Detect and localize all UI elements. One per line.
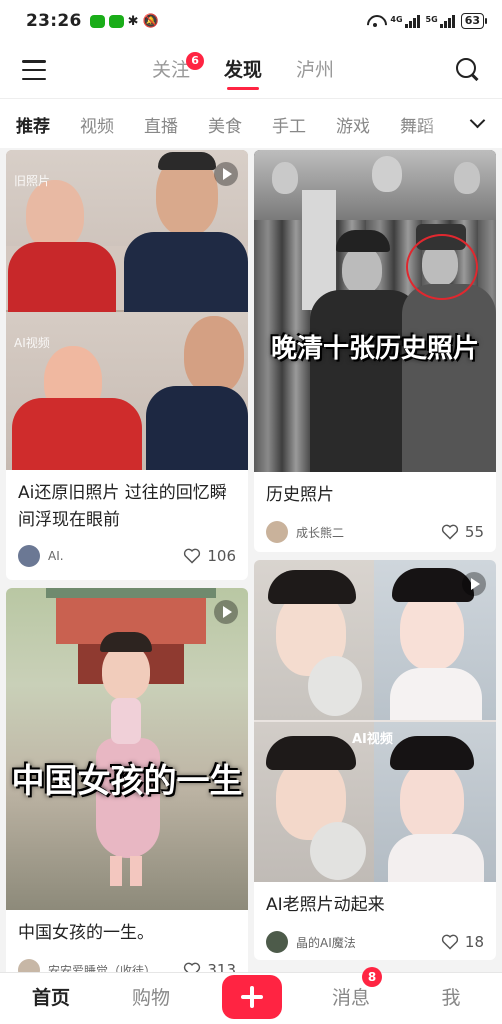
card-tag-old-photo: 旧照片 [14,174,51,188]
like-count: 55 [464,523,484,541]
following-badge: 6 [186,52,205,70]
tab-following[interactable]: 关注 6 [152,42,205,98]
bottom-tab-bar: 首页 购物 消息 8 我 [0,967,502,1024]
category-live[interactable]: 直播 [144,112,178,137]
wifi-icon [366,14,384,28]
cover-overlay-title: 中国女孩的一生 [11,761,243,800]
tab-following-label: 关注 [152,59,191,81]
bluetooth-icon: ✱ [127,13,139,29]
battery-icon: 63 [460,13,488,29]
messages-badge: 8 [362,967,382,987]
feed: 旧照片 AI视频 Ai还原旧照片 过往的回忆瞬间浮现在眼前 AI. 106 中国… [0,148,502,972]
heart-icon[interactable] [183,962,201,972]
tab-shop[interactable]: 购物 [120,973,182,1024]
heart-icon[interactable] [441,524,459,540]
feed-card[interactable]: 中国女孩的一生 中国女孩的一生。 安安爱睡觉（收徒） 313 [6,588,248,972]
red-circle-highlight [406,234,478,300]
author-name[interactable]: 晶的AI魔法 [296,934,441,951]
play-icon [462,572,486,596]
network-label-1: 4G [390,14,403,24]
tab-home[interactable]: 首页 [20,973,82,1024]
avatar[interactable] [18,545,40,567]
network-label-2: 5G [425,14,438,24]
tab-discover[interactable]: 发现 [224,42,262,98]
notification-icons: ✱ 🔕 [89,13,159,29]
search-icon[interactable] [456,58,480,82]
heart-icon[interactable] [441,934,459,950]
card-meta: AI. 106 [6,536,248,576]
author-name[interactable]: 成长熊二 [296,524,441,541]
card-title: 中国女孩的一生。 [18,923,154,943]
category-list: 推荐 视频 直播 美食 手工 游戏 舞蹈 [16,99,434,148]
feed-card[interactable]: 晚清十张历史照片 历史照片 成长熊二 55 [254,150,496,552]
category-games[interactable]: 游戏 [336,112,370,137]
card-cover-image: AI视频 [254,560,496,882]
play-icon [214,162,238,186]
like-count: 313 [207,961,236,972]
heart-icon[interactable] [183,548,201,564]
category-handcraft[interactable]: 手工 [272,112,306,137]
feed-card[interactable]: 旧照片 AI视频 Ai还原旧照片 过往的回忆瞬间浮现在眼前 AI. 106 [6,150,248,580]
card-cover-image: 晚清十张历史照片 [254,150,496,472]
card-meta: 成长熊二 55 [254,512,496,552]
mute-icon: 🔕 [142,13,159,29]
tab-me[interactable]: 我 [420,973,482,1024]
chevron-down-icon[interactable] [470,115,484,129]
status-bar: 23:26 ✱ 🔕 4G 5G 63 [0,0,502,42]
card-meta: 安安爱睡觉（收徒） 313 [6,950,248,972]
menu-icon[interactable] [22,60,46,80]
category-video[interactable]: 视频 [80,112,114,137]
signal-icon-1: 4G [390,14,420,28]
card-tag-ai-video: AI视频 [14,336,50,350]
card-cover-image: 中国女孩的一生 [6,588,248,910]
status-time: 23:26 [26,11,82,31]
category-recommend[interactable]: 推荐 [16,112,50,137]
top-tabs: 关注 6 发现 泸州 [152,42,334,98]
card-cover-image: 旧照片 AI视频 [6,150,248,470]
play-icon [214,600,238,624]
category-fade [422,99,502,148]
signal-icon-2: 5G [425,14,455,28]
card-title: 历史照片 [266,485,334,505]
tab-local-label: 泸州 [296,59,335,81]
status-right: 4G 5G 63 [366,13,488,29]
feed-card[interactable]: AI视频 AI老照片动起来 晶的AI魔法 18 [254,560,496,960]
category-food[interactable]: 美食 [208,112,242,137]
add-post-button[interactable] [222,975,282,1019]
cover-overlay-title: 晚清十张历史照片 [270,334,479,364]
like-count: 106 [207,547,236,565]
wechat-icon-2 [108,14,124,28]
author-name[interactable]: AI. [48,549,183,563]
avatar[interactable] [18,959,40,972]
card-meta: 晶的AI魔法 18 [254,922,496,960]
tab-local[interactable]: 泸州 [296,42,334,98]
like-count: 18 [464,933,484,951]
screen: 23:26 ✱ 🔕 4G 5G 63 关注 6 发现 泸州 推荐 视频 直播 美… [0,0,502,1024]
category-bar: 推荐 视频 直播 美食 手工 游戏 舞蹈 [0,98,502,148]
card-title: Ai还原旧照片 过往的回忆瞬间浮现在眼前 [18,483,227,530]
card-title: AI老照片动起来 [266,895,385,915]
tab-discover-label: 发现 [224,59,263,81]
wechat-icon [89,14,105,28]
card-tag-ai-video: AI视频 [352,732,393,747]
avatar[interactable] [266,931,288,953]
author-name[interactable]: 安安爱睡觉（收徒） [48,962,183,973]
avatar[interactable] [266,521,288,543]
top-nav: 关注 6 发现 泸州 [0,42,502,98]
